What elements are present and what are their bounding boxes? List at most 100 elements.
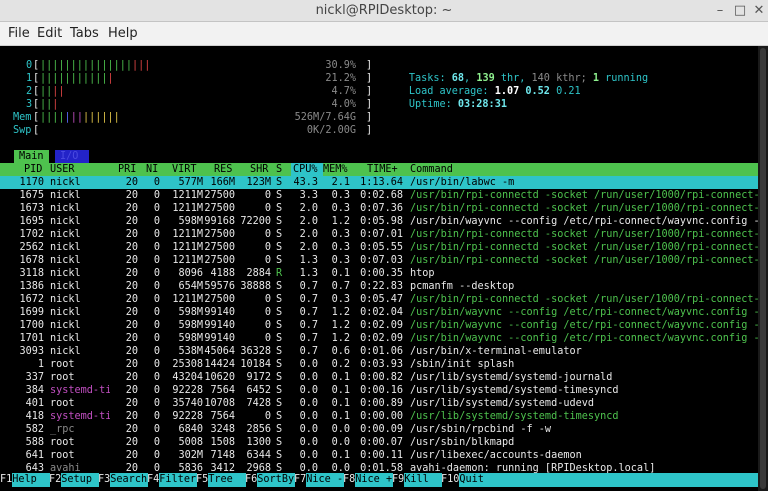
fkey-f10[interactable]: F10Quit xyxy=(441,473,512,487)
cell-user: nickl xyxy=(50,229,81,240)
cell-shr: 7428 xyxy=(246,398,271,409)
tab-main[interactable]: Main xyxy=(14,150,49,163)
cell-res: 99140 xyxy=(204,307,235,318)
table-row[interactable]: 588 root 20 0 5008 1508 1300 S 0.0 0.0 0:00.07/usr… xyxy=(0,436,758,449)
meter-bracket: [ xyxy=(33,60,40,71)
table-row[interactable]: 1702 nickl 20 0 1211M 27500 0 S 2.0 0.3 0:07.01/us… xyxy=(0,228,758,241)
cell-pid: 1678 xyxy=(19,255,44,266)
table-row[interactable]: 1699 nickl 20 0 598M 99140 0 S 0.7 1.2 0:02.04/usr… xyxy=(0,306,758,319)
table-row[interactable]: 1675 nickl 20 0 1211M 27500 0 S 3.3 0.3 0:02.68/us… xyxy=(0,189,758,202)
col-pid[interactable]: PID xyxy=(24,163,42,176)
cell-mem: 1.2 xyxy=(331,307,350,318)
cpu-percent: 4.7% xyxy=(331,86,356,97)
cell-res: 27500 xyxy=(204,242,235,253)
col-mem[interactable]: MEM% xyxy=(323,163,348,176)
cell-shr: 9172 xyxy=(246,372,271,383)
cell-virt: 92228 xyxy=(172,385,203,396)
cell-virt: 302M xyxy=(178,450,203,461)
col-user[interactable]: USER xyxy=(50,163,75,176)
table-row[interactable]: 1700 nickl 20 0 598M 99140 0 S 0.7 1.2 0:02.09/usr… xyxy=(0,319,758,332)
fkey-f3[interactable]: F3Search xyxy=(98,473,149,487)
cell-time: 0:07.01 xyxy=(360,229,403,240)
table-row[interactable]: 582 _rpc 20 0 6840 3248 2856 S 0.0 0.0 0:00.09/usr… xyxy=(0,423,758,436)
table-row[interactable]: 1701 nickl 20 0 598M 99140 0 S 0.7 1.2 0:02.09/usr… xyxy=(0,332,758,345)
cpu-label: 0 xyxy=(26,60,33,71)
cell-time: 0:03.93 xyxy=(360,359,403,370)
cell-shr: 36328 xyxy=(240,346,271,357)
vertical-scrollbar[interactable] xyxy=(758,46,768,491)
cell-virt: 1211M xyxy=(172,203,203,214)
cpu-percent: 21.2% xyxy=(325,73,356,84)
col-virt[interactable]: VIRT xyxy=(172,163,197,176)
cell-mem: 0.3 xyxy=(331,190,350,201)
fkey-key: F6 xyxy=(245,474,258,485)
cell-pid: 1701 xyxy=(19,333,44,344)
cell-virt: 1211M xyxy=(172,255,203,266)
cell-pid: 641 xyxy=(25,450,44,461)
table-row[interactable]: 3093 nickl 20 0 538M 45064 36328 S 0.7 0.6 0:01.06… xyxy=(0,345,758,358)
col-cpu[interactable]: CPU% xyxy=(291,163,323,176)
cell-virt: 598M xyxy=(178,216,203,227)
cell-pid: 1386 xyxy=(19,281,44,292)
tab-io[interactable]: I/O xyxy=(55,150,89,163)
cell-mem: 0.3 xyxy=(331,229,350,240)
cell-res: 59576 xyxy=(204,281,235,292)
terminal-area[interactable]: 0[|||||||||||||||||| 30.9%] 1[||||||||||||… xyxy=(0,0,758,491)
cell-cpu: 0.7 xyxy=(299,333,318,344)
table-row[interactable]: 1673 nickl 20 0 1211M 27500 0 S 2.0 0.3 0:07.36/us… xyxy=(0,202,758,215)
col-res[interactable]: RES xyxy=(214,163,232,176)
cell-mem: 0.1 xyxy=(331,385,350,396)
cell-user: nickl xyxy=(50,294,81,305)
cell-pid: 3093 xyxy=(19,346,44,357)
fkey-label: Setup xyxy=(61,473,100,487)
fkey-f1[interactable]: F1Help xyxy=(0,473,51,487)
cell-time: 1:13.64 xyxy=(360,177,403,188)
cell-command: /usr/libexec/accounts-daemon xyxy=(410,450,582,461)
cell-res: 27500 xyxy=(204,255,235,266)
cell-mem: 0.3 xyxy=(331,294,350,305)
col-s[interactable]: S xyxy=(276,163,282,176)
cell-pri: 20 xyxy=(125,359,138,370)
col-time[interactable]: TIME+ xyxy=(367,163,398,176)
table-row[interactable]: 2562 nickl 20 0 1211M 27500 0 S 2.0 0.3 0:05.55/us… xyxy=(0,241,758,254)
table-row[interactable]: 1678 nickl 20 0 1211M 27500 0 S 1.3 0.3 0:07.03/us… xyxy=(0,254,758,267)
fkey-f7[interactable]: F7Nice - xyxy=(294,473,345,487)
fkey-f5[interactable]: F5Tree xyxy=(196,473,247,487)
col-command[interactable]: Command xyxy=(410,163,453,176)
table-row-selected[interactable]: 1170 nickl 20 0 577M 166M 123M S 43.3 2.1 1:13.64 /… xyxy=(0,176,758,189)
col-shr[interactable]: SHR xyxy=(250,163,268,176)
cell-res: 4188 xyxy=(210,268,235,279)
table-row[interactable]: 1695 nickl 20 0 598M 99168 72200 S 2.0 1.2 0:05.98… xyxy=(0,215,758,228)
col-pri[interactable]: PRI xyxy=(118,163,136,176)
fkey-f9[interactable]: F9Kill xyxy=(392,473,443,487)
cell-time: 0:05.55 xyxy=(360,242,403,253)
table-row[interactable]: 3118 nickl 20 0 8096 4188 2884 R 1.3 0.1 0:00.35 ht… xyxy=(0,267,758,280)
cell-virt: 598M xyxy=(178,333,203,344)
cell-cpu: 1.3 xyxy=(299,255,318,266)
table-row[interactable]: 1672 nickl 20 0 1211M 27500 0 S 0.7 0.3 0:05.47/us… xyxy=(0,293,758,306)
cell-s: S xyxy=(276,242,283,253)
cell-pid: 588 xyxy=(25,437,44,448)
cell-pid: 1 xyxy=(37,359,44,370)
cell-s: S xyxy=(276,385,283,396)
table-row[interactable]: 1386 nickl 20 0 654M 59576 38888 S 0.7 0.7 0:22.83… xyxy=(0,280,758,293)
cpu-bar: |||||||||||||||||| xyxy=(40,59,150,72)
cell-time: 0:00.35 xyxy=(360,268,403,279)
scrollbar-thumb[interactable] xyxy=(760,48,766,489)
table-row[interactable]: 418 systemd-ti 20 0 92228 7564 0 S 0.0 0.1 0:00.00… xyxy=(0,410,758,423)
table-row[interactable]: 401 root 20 0 35740 10708 7428 S 0.0 0.1 0:00.89/u… xyxy=(0,397,758,410)
fkey-f4[interactable]: F4Filter xyxy=(147,473,198,487)
cell-pid: 1672 xyxy=(19,294,44,305)
table-row[interactable]: 1 root 20 0 25308 14424 10184 S 0.0 0.2 0:03.93/sb… xyxy=(0,358,758,371)
cell-time: 0:00.16 xyxy=(360,385,403,396)
cell-res: 99168 xyxy=(204,216,235,227)
cell-res: 3248 xyxy=(210,424,235,435)
fkey-f6[interactable]: F6SortBy xyxy=(245,473,296,487)
table-row[interactable]: 337 root 20 0 43204 10620 9172 S 0.0 0.1 0:00.82/u… xyxy=(0,371,758,384)
table-row[interactable]: 384 systemd-ti 20 0 92228 7564 6452 S 0.0 0.1 0:00… xyxy=(0,384,758,397)
fkey-f2[interactable]: F2Setup xyxy=(49,473,100,487)
col-ni[interactable]: NI xyxy=(146,163,158,176)
fkey-f8[interactable]: F8Nice + xyxy=(343,473,394,487)
table-row[interactable]: 641 root 20 0 302M 7148 6344 S 0.0 0.1 0:00.11/usr… xyxy=(0,449,758,462)
cell-mem: 0.1 xyxy=(331,450,350,461)
